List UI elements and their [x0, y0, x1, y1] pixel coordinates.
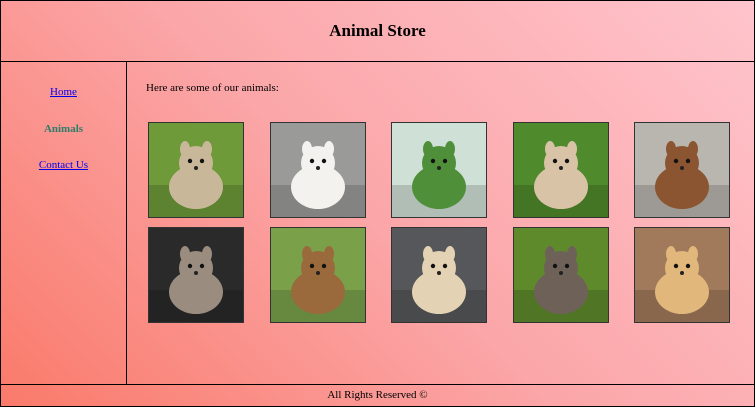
animal-photo-fennec-fox[interactable] [391, 227, 487, 323]
animal-photo-pomeranian[interactable] [270, 122, 366, 218]
nav-link-contact-us[interactable]: Contact Us [39, 159, 88, 171]
nav-item-animals-active[interactable]: Animals [44, 123, 83, 135]
footer-copyright: All Rights Reserved © [327, 389, 428, 401]
animal-photo-hedgehog[interactable] [148, 122, 244, 218]
animal-photo-image [149, 123, 243, 217]
animal-photo-raccoon[interactable] [513, 227, 609, 323]
footer: All Rights Reserved © [1, 384, 754, 407]
animal-photo-puppy[interactable] [634, 227, 730, 323]
animal-photo-rabbit[interactable] [513, 122, 609, 218]
animal-photo-image [635, 123, 729, 217]
animal-photo-image [271, 123, 365, 217]
animal-photo-kitten[interactable] [148, 227, 244, 323]
header: Animal Store [1, 1, 754, 62]
animal-photo-turtle[interactable] [391, 122, 487, 218]
animal-photo-image [635, 228, 729, 322]
animal-photo-image [514, 228, 608, 322]
animal-photo-image [392, 123, 486, 217]
animal-photo-image [149, 228, 243, 322]
sidebar-nav: Home Animals Contact Us [1, 62, 127, 384]
animal-photo-image [271, 228, 365, 322]
animal-photo-image [514, 123, 608, 217]
intro-text: Here are some of our animals: [146, 82, 279, 94]
page: Animal Store Home Animals Contact Us Her… [0, 0, 755, 407]
animal-photo-marten[interactable] [634, 122, 730, 218]
animal-photo-quokka[interactable] [270, 227, 366, 323]
nav-link-home[interactable]: Home [50, 86, 77, 98]
main-content: Here are some of our animals: [127, 62, 754, 384]
animal-photo-image [392, 228, 486, 322]
page-title: Animal Store [329, 21, 426, 40]
